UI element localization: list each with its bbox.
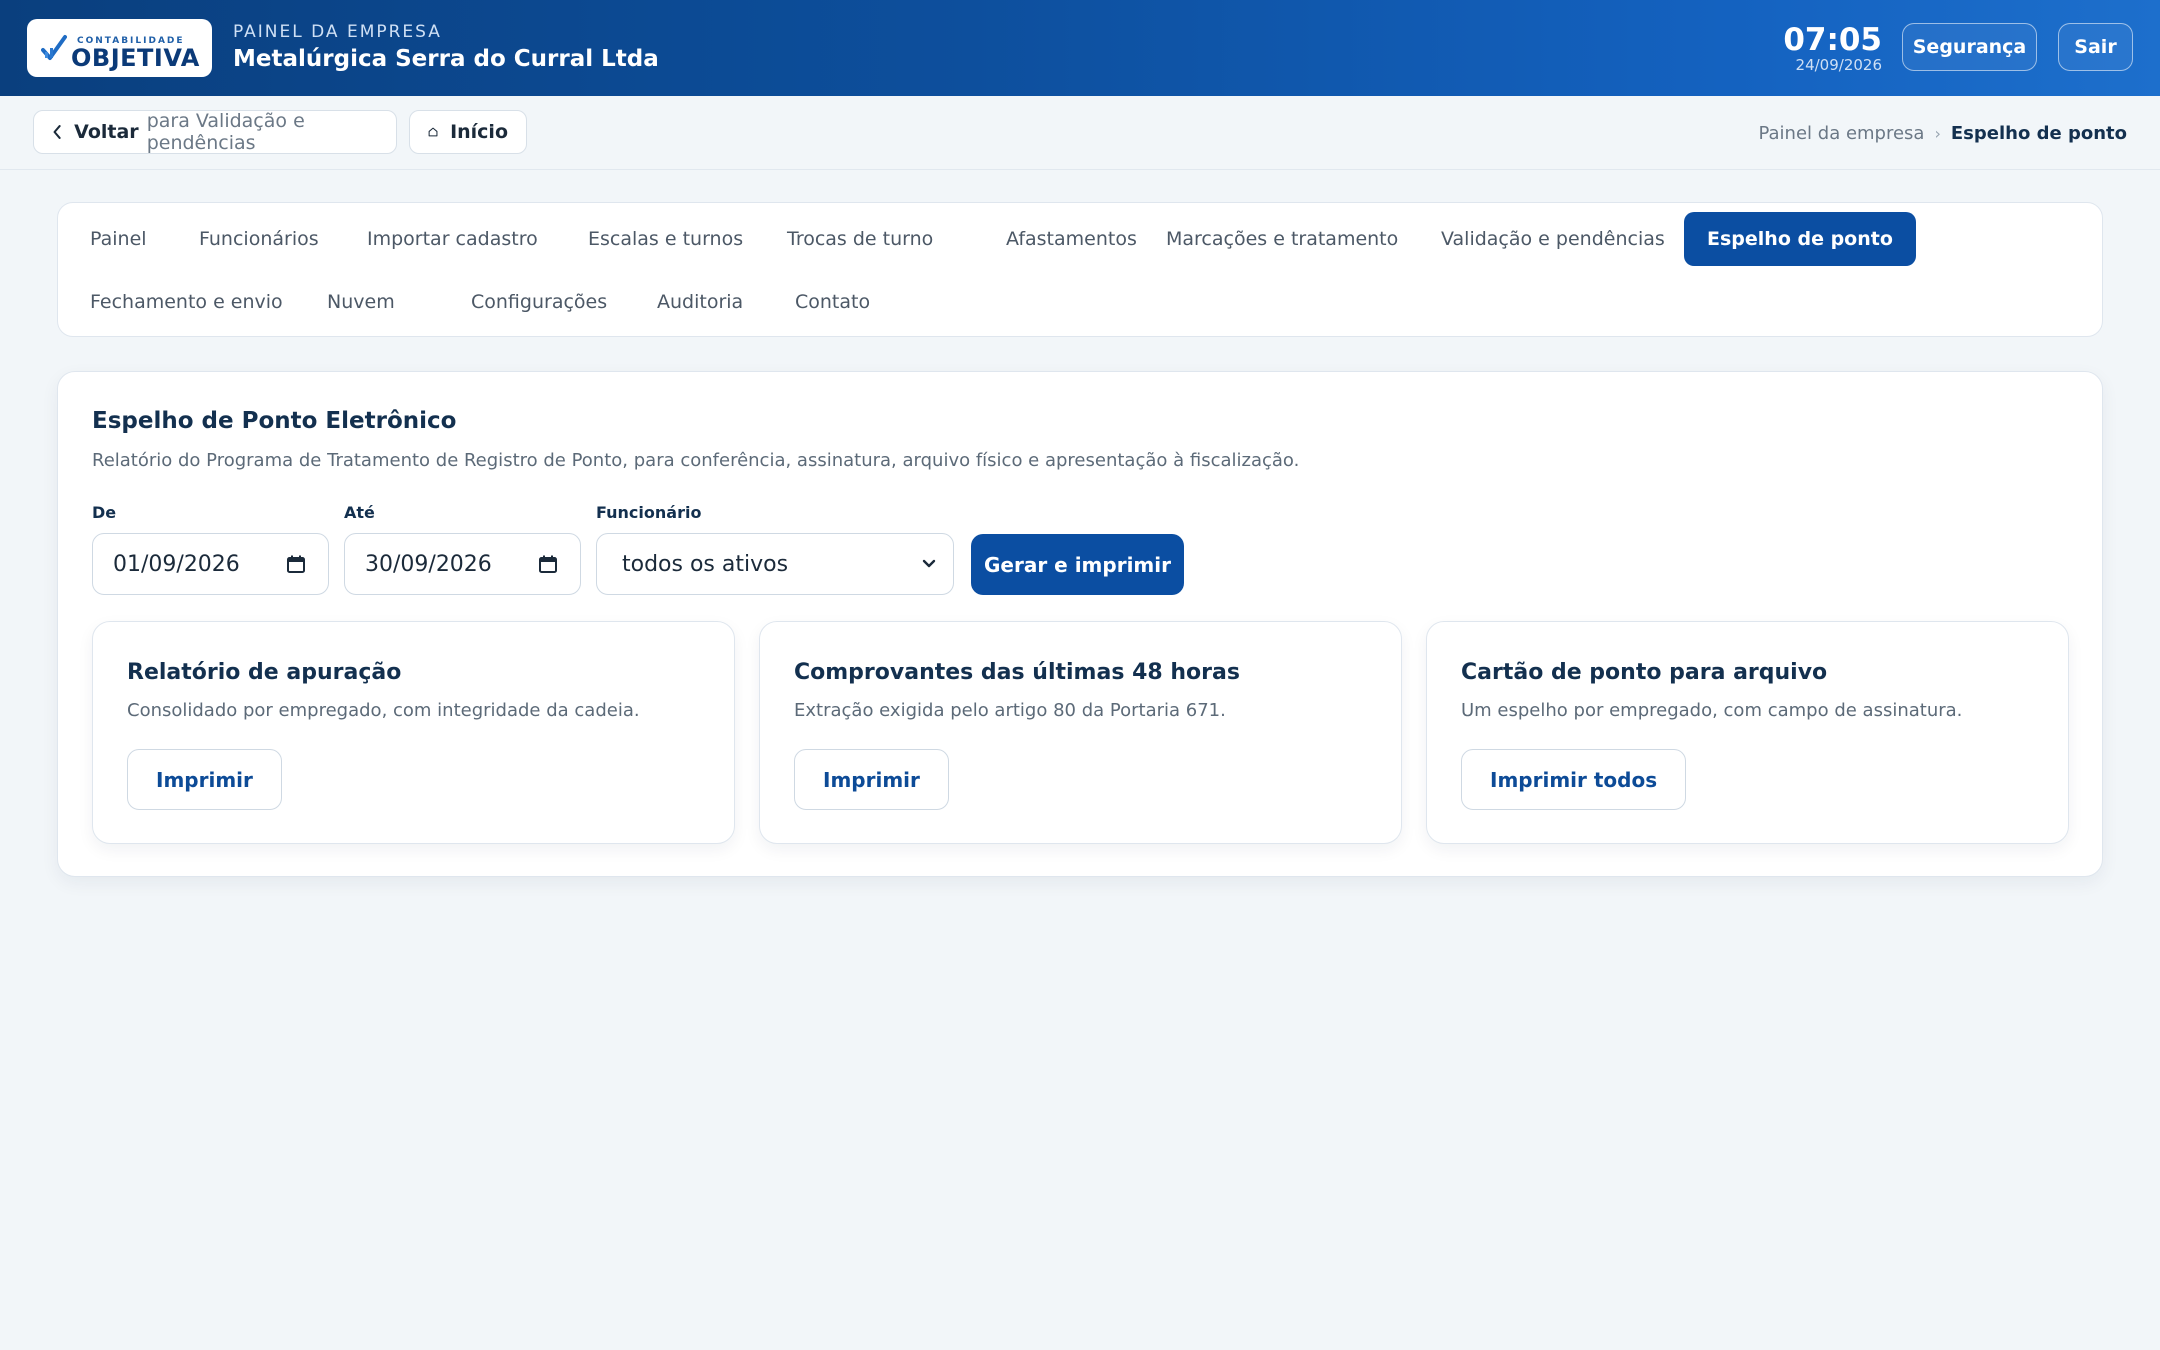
chevron-down-icon	[922, 559, 936, 568]
report-description: Consolidado por empregado, com integrida…	[127, 700, 640, 721]
calendar-icon	[287, 555, 305, 573]
logout-button[interactable]: Sair	[2058, 23, 2133, 71]
module-tabs: Painel Funcionários Importar cadastro Es…	[57, 202, 2103, 337]
tab-painel[interactable]: Painel	[67, 212, 170, 266]
report-title: Relatório de apuração	[127, 660, 402, 685]
from-date-value: 01/09/2026	[113, 551, 240, 577]
report-card-cartao: Cartão de ponto para arquivo Um espelho …	[1426, 621, 2069, 844]
report-description: Extração exigida pelo artigo 80 da Porta…	[794, 700, 1226, 721]
back-target-label: para Validação e pendências	[146, 110, 305, 154]
tab-escalas-turnos[interactable]: Escalas e turnos	[565, 212, 766, 266]
employee-select[interactable]: todos os ativos	[596, 533, 954, 595]
company-name: Metalúrgica Serra do Curral Ltda	[233, 46, 659, 72]
check-logo-icon	[41, 35, 67, 60]
employee-select-value: todos os ativos	[622, 551, 789, 577]
employee-label: Funcionário	[596, 503, 702, 522]
logo-big-text: OBJETIVA	[71, 44, 200, 72]
report-card-comprovantes: Comprovantes das últimas 48 horas Extraç…	[759, 621, 1402, 844]
page-title: Espelho de Ponto Eletrônico	[92, 408, 457, 434]
calendar-icon	[539, 555, 557, 573]
clock-date: 24/09/2026	[1795, 56, 1882, 74]
sub-navigation-bar: Voltar para Validação e pendências Iníci…	[0, 96, 2160, 170]
report-description: Um espelho por empregado, com campo de a…	[1461, 700, 1963, 721]
to-date-label: Até	[344, 503, 375, 522]
report-title: Comprovantes das últimas 48 horas	[794, 660, 1240, 685]
header-eyebrow: PAINEL DA EMPRESA	[233, 22, 442, 42]
print-comprovantes-button[interactable]: Imprimir	[794, 749, 949, 810]
page-description: Relatório do Programa de Tratamento de R…	[92, 450, 1300, 471]
back-label: Voltar	[74, 121, 139, 143]
report-card-apuracao: Relatório de apuração Consolidado por em…	[92, 621, 735, 844]
breadcrumb-separator: ›	[1934, 124, 1941, 143]
tab-configuracoes[interactable]: Configurações	[448, 275, 630, 329]
to-date-value: 30/09/2026	[365, 551, 492, 577]
breadcrumb-item-panel[interactable]: Painel da empresa	[1758, 123, 1924, 144]
timesheet-card: Espelho de Ponto Eletrônico Relatório do…	[57, 371, 2103, 877]
home-icon	[428, 127, 438, 137]
top-header: CONTABILIDADE OBJETIVA PAINEL DA EMPRESA…	[0, 0, 2160, 96]
tab-trocas-turno[interactable]: Trocas de turno	[764, 212, 956, 266]
home-label: Início	[450, 121, 508, 143]
from-date-input[interactable]: 01/09/2026	[92, 533, 329, 595]
chevron-left-icon	[53, 125, 61, 139]
tab-validacao[interactable]: Validação e pendências	[1418, 212, 1688, 266]
tab-espelho-ponto[interactable]: Espelho de ponto	[1684, 212, 1916, 266]
to-date-input[interactable]: 30/09/2026	[344, 533, 581, 595]
back-button[interactable]: Voltar para Validação e pendências	[33, 110, 397, 154]
security-button[interactable]: Segurança	[1902, 23, 2037, 71]
tab-nuvem[interactable]: Nuvem	[304, 275, 418, 329]
report-title: Cartão de ponto para arquivo	[1461, 660, 1828, 685]
home-button[interactable]: Início	[409, 110, 527, 154]
print-apuracao-button[interactable]: Imprimir	[127, 749, 282, 810]
tab-afastamentos[interactable]: Afastamentos	[983, 212, 1160, 266]
company-logo[interactable]: CONTABILIDADE OBJETIVA	[27, 19, 212, 77]
clock-time: 07:05	[1783, 22, 1882, 58]
tab-importar-cadastro[interactable]: Importar cadastro	[344, 212, 561, 266]
print-all-button[interactable]: Imprimir todos	[1461, 749, 1687, 810]
tab-auditoria[interactable]: Auditoria	[634, 275, 766, 329]
tab-contato[interactable]: Contato	[772, 275, 893, 329]
breadcrumb: Painel da empresa › Espelho de ponto	[1758, 123, 2127, 144]
tab-marcacoes[interactable]: Marcações e tratamento	[1143, 212, 1421, 266]
generate-print-button[interactable]: Gerar e imprimir	[971, 534, 1184, 595]
breadcrumb-item-current: Espelho de ponto	[1950, 123, 2127, 144]
from-date-label: De	[92, 503, 117, 522]
tab-fechamento[interactable]: Fechamento e envio	[67, 275, 306, 329]
tab-funcionarios[interactable]: Funcionários	[176, 212, 342, 266]
